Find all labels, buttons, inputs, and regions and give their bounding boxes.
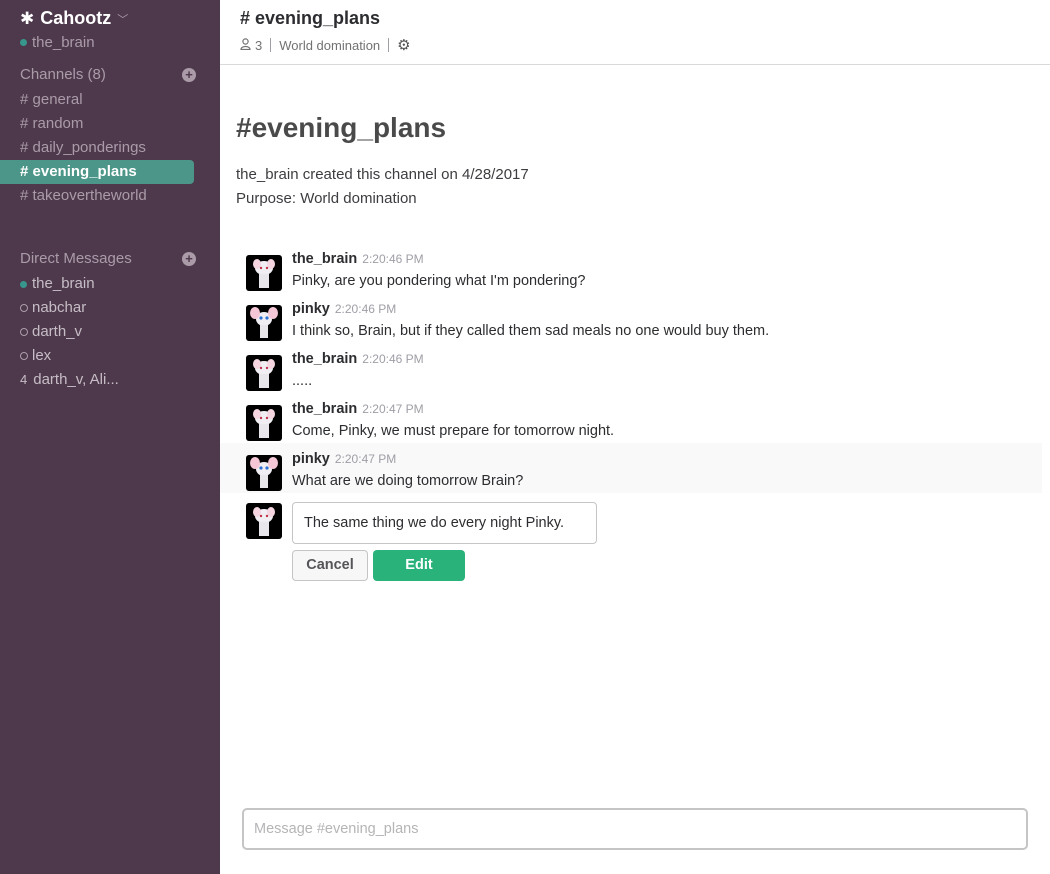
edit-button[interactable]: Edit xyxy=(373,550,465,581)
message-header: the_brain 2:20:47 PM xyxy=(292,401,424,417)
message[interactable]: pinky 2:20:47 PM What are we doing tomor… xyxy=(220,443,1042,493)
message-input[interactable]: Message #evening_plans xyxy=(242,808,1028,850)
message-author[interactable]: pinky xyxy=(292,301,330,317)
presence-offline-icon xyxy=(20,328,28,336)
team-name: Cahootz xyxy=(40,8,112,28)
member-count[interactable]: 3 xyxy=(255,38,262,53)
message[interactable]: the_brain 2:20:47 PM Come, Pinky, we mus… xyxy=(220,393,1042,443)
channel-purpose[interactable]: World domination xyxy=(279,38,380,53)
avatar[interactable] xyxy=(246,503,282,539)
avatar[interactable] xyxy=(246,255,282,291)
dm-label: the_brain xyxy=(32,275,95,292)
message-text: What are we doing tomorrow Brain? xyxy=(292,473,524,489)
team-menu[interactable]: ✱ Cahootz ﹀ xyxy=(20,8,128,29)
dms-heading: Direct Messages xyxy=(20,250,132,267)
current-user-name: the_brain xyxy=(32,34,95,51)
message-text: I think so, Brain, but if they called th… xyxy=(292,323,770,339)
message-header: the_brain 2:20:46 PM xyxy=(292,351,424,367)
dm-item-the-brain[interactable]: the_brain xyxy=(0,272,194,296)
channel-label: # evening_plans xyxy=(20,163,137,180)
dm-item-darth-v[interactable]: darth_v xyxy=(0,320,194,344)
dm-label: lex xyxy=(32,347,52,364)
avatar[interactable] xyxy=(246,355,282,391)
add-channel-icon[interactable]: + xyxy=(182,67,196,82)
chevron-down-icon: ﹀ xyxy=(117,13,129,26)
dms-header[interactable]: Direct Messages + xyxy=(20,250,196,267)
channel-title: # evening_plans xyxy=(240,8,381,28)
message-text: Pinky, are you pondering what I'm ponder… xyxy=(292,273,586,289)
divider xyxy=(270,38,272,52)
gear-icon[interactable]: ⚙ xyxy=(397,36,410,54)
message-timestamp[interactable]: 2:20:47 PM xyxy=(362,402,423,416)
message-header: pinky 2:20:46 PM xyxy=(292,301,396,317)
dm-item-group[interactable]: 4 darth_v, Ali... xyxy=(0,368,194,392)
dm-label: nabchar xyxy=(32,299,87,316)
message-author[interactable]: pinky xyxy=(292,451,330,467)
dm-label: darth_v xyxy=(32,323,83,340)
intro-created: the_brain created this channel on 4/28/2… xyxy=(236,166,529,183)
message[interactable]: the_brain 2:20:46 PM Pinky, are you pond… xyxy=(220,243,1042,293)
message-text: Come, Pinky, we must prepare for tomorro… xyxy=(292,423,615,439)
message-header: pinky 2:20:47 PM xyxy=(292,451,396,467)
sidebar: ✱ Cahootz ﹀ the_brain Channels (8) + # g… xyxy=(0,0,220,874)
message[interactable]: pinky 2:20:46 PM I think so, Brain, but … xyxy=(220,293,1042,343)
dm-item-nabchar[interactable]: nabchar xyxy=(0,296,194,320)
avatar[interactable] xyxy=(246,405,282,441)
sidebar-item-random[interactable]: # random xyxy=(0,112,194,136)
avatar[interactable] xyxy=(246,455,282,491)
team-gear-icon: ✱ xyxy=(20,8,35,28)
message-header: the_brain 2:20:46 PM xyxy=(292,251,424,267)
message-timestamp[interactable]: 2:20:46 PM xyxy=(362,352,423,366)
message-text: ..... xyxy=(292,373,313,389)
channel-label: # daily_ponderings xyxy=(20,139,146,156)
channel-label: # random xyxy=(20,115,84,132)
cancel-button[interactable]: Cancel xyxy=(292,550,368,581)
intro-purpose: Purpose: World domination xyxy=(236,190,417,207)
message-timestamp[interactable]: 2:20:46 PM xyxy=(335,302,396,316)
sidebar-item-general[interactable]: # general xyxy=(0,88,194,112)
current-user[interactable]: the_brain xyxy=(20,34,95,51)
channel-header: # evening_plans 3 World domination ⚙ xyxy=(220,0,1050,65)
edit-message-input[interactable]: The same thing we do every night Pinky. xyxy=(292,502,597,544)
presence-offline-icon xyxy=(20,352,28,360)
message-author[interactable]: the_brain xyxy=(292,401,357,417)
channels-header[interactable]: Channels (8) + xyxy=(20,66,196,83)
group-member-count: 4 xyxy=(20,372,28,387)
add-dm-icon[interactable]: + xyxy=(182,251,196,266)
channels-heading: Channels (8) xyxy=(20,66,106,83)
sidebar-item-daily-ponderings[interactable]: # daily_ponderings xyxy=(0,136,194,160)
presence-online-icon xyxy=(20,39,27,46)
dm-label: darth_v, Ali... xyxy=(33,371,119,388)
channel-label: # takeovertheworld xyxy=(20,187,147,204)
channel-label: # general xyxy=(20,91,83,108)
avatar[interactable] xyxy=(246,305,282,341)
channel-meta: 3 World domination ⚙ xyxy=(240,36,411,54)
member-icon xyxy=(240,37,251,53)
presence-offline-icon xyxy=(20,304,28,312)
message-author[interactable]: the_brain xyxy=(292,251,357,267)
sidebar-item-takeovertheworld[interactable]: # takeovertheworld xyxy=(0,184,194,208)
dm-item-lex[interactable]: lex xyxy=(0,344,194,368)
message-timestamp[interactable]: 2:20:47 PM xyxy=(335,452,396,466)
message[interactable]: the_brain 2:20:46 PM ..... xyxy=(220,343,1042,393)
intro-title: #evening_plans xyxy=(236,112,447,143)
divider xyxy=(388,38,390,52)
message-timestamp[interactable]: 2:20:46 PM xyxy=(362,252,423,266)
presence-online-icon xyxy=(20,280,27,288)
sidebar-item-evening-plans[interactable]: # evening_plans xyxy=(0,160,194,184)
message-author[interactable]: the_brain xyxy=(292,351,357,367)
